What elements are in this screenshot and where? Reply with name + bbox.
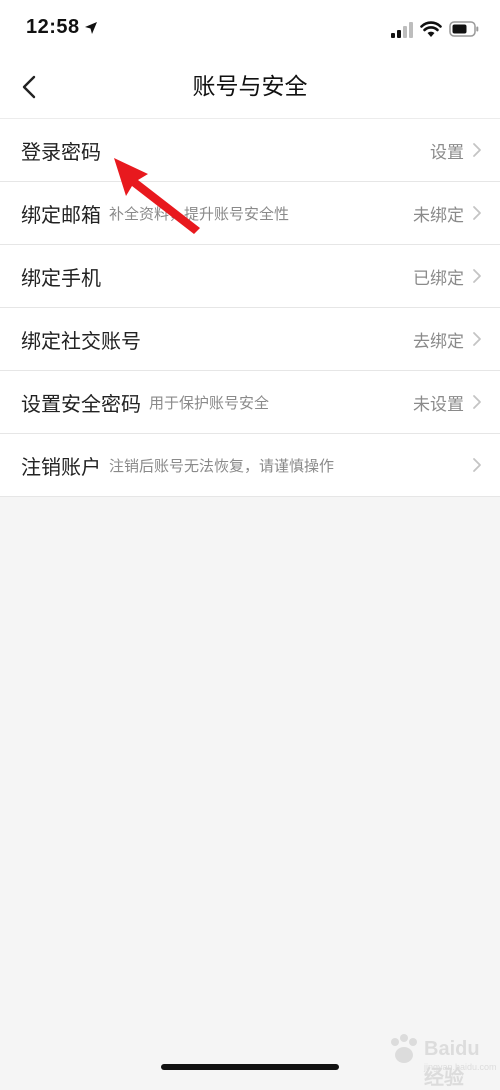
chevron-left-icon (22, 75, 36, 99)
signal-icon (391, 22, 413, 38)
home-indicator (161, 1064, 339, 1070)
row-label: 登录密码 (21, 139, 101, 164)
row-label: 注销账户 (21, 454, 101, 479)
wifi-icon (420, 21, 442, 37)
location-icon (85, 22, 97, 34)
row-value: 未设置 (413, 394, 464, 415)
status-bar: 12:58 (0, 0, 500, 56)
row-value: 设置 (430, 142, 464, 163)
row-label: 绑定社交账号 (21, 328, 141, 353)
chevron-right-icon (473, 206, 481, 220)
chevron-right-icon (473, 395, 481, 409)
row-bind-social[interactable]: 绑定社交账号 去绑定 (0, 308, 500, 371)
row-hint: 补全资料，提升账号安全性 (109, 204, 290, 223)
battery-icon (449, 21, 479, 37)
chevron-right-icon (473, 143, 481, 157)
chevron-right-icon (473, 458, 481, 472)
paw-logo-icon (391, 1034, 417, 1063)
chevron-right-icon (473, 269, 481, 283)
row-label: 绑定手机 (21, 265, 101, 290)
nav-bar: 账号与安全 (0, 56, 500, 118)
settings-list: 登录密码 设置 绑定邮箱 补全资料，提升账号安全性 未绑定 绑定手机 已绑定 绑… (0, 118, 500, 497)
row-bind-email[interactable]: 绑定邮箱 补全资料，提升账号安全性 未绑定 (0, 182, 500, 245)
status-time: 12:58 (26, 16, 80, 38)
page-title: 账号与安全 (192, 74, 308, 100)
row-security-password[interactable]: 设置安全密码 用于保护账号安全 未设置 (0, 371, 500, 434)
back-button[interactable] (12, 70, 46, 104)
chevron-right-icon (473, 332, 481, 346)
row-hint: 注销后账号无法恢复，请谨慎操作 (109, 456, 335, 475)
row-login-password[interactable]: 登录密码 设置 (0, 119, 500, 182)
row-value: 去绑定 (413, 331, 464, 352)
watermark: Baidu经验 jingyan.baidu.com (384, 1024, 497, 1089)
row-cancel-account[interactable]: 注销账户 注销后账号无法恢复，请谨慎操作 (0, 434, 500, 497)
row-label: 设置安全密码 (21, 391, 141, 416)
row-value: 已绑定 (413, 268, 464, 289)
row-hint: 用于保护账号安全 (149, 393, 270, 412)
row-label: 绑定邮箱 (21, 202, 101, 227)
row-bind-phone[interactable]: 绑定手机 已绑定 (0, 245, 500, 308)
row-value: 未绑定 (413, 205, 464, 226)
watermark-sub: jingyan.baidu.com (424, 1062, 497, 1072)
